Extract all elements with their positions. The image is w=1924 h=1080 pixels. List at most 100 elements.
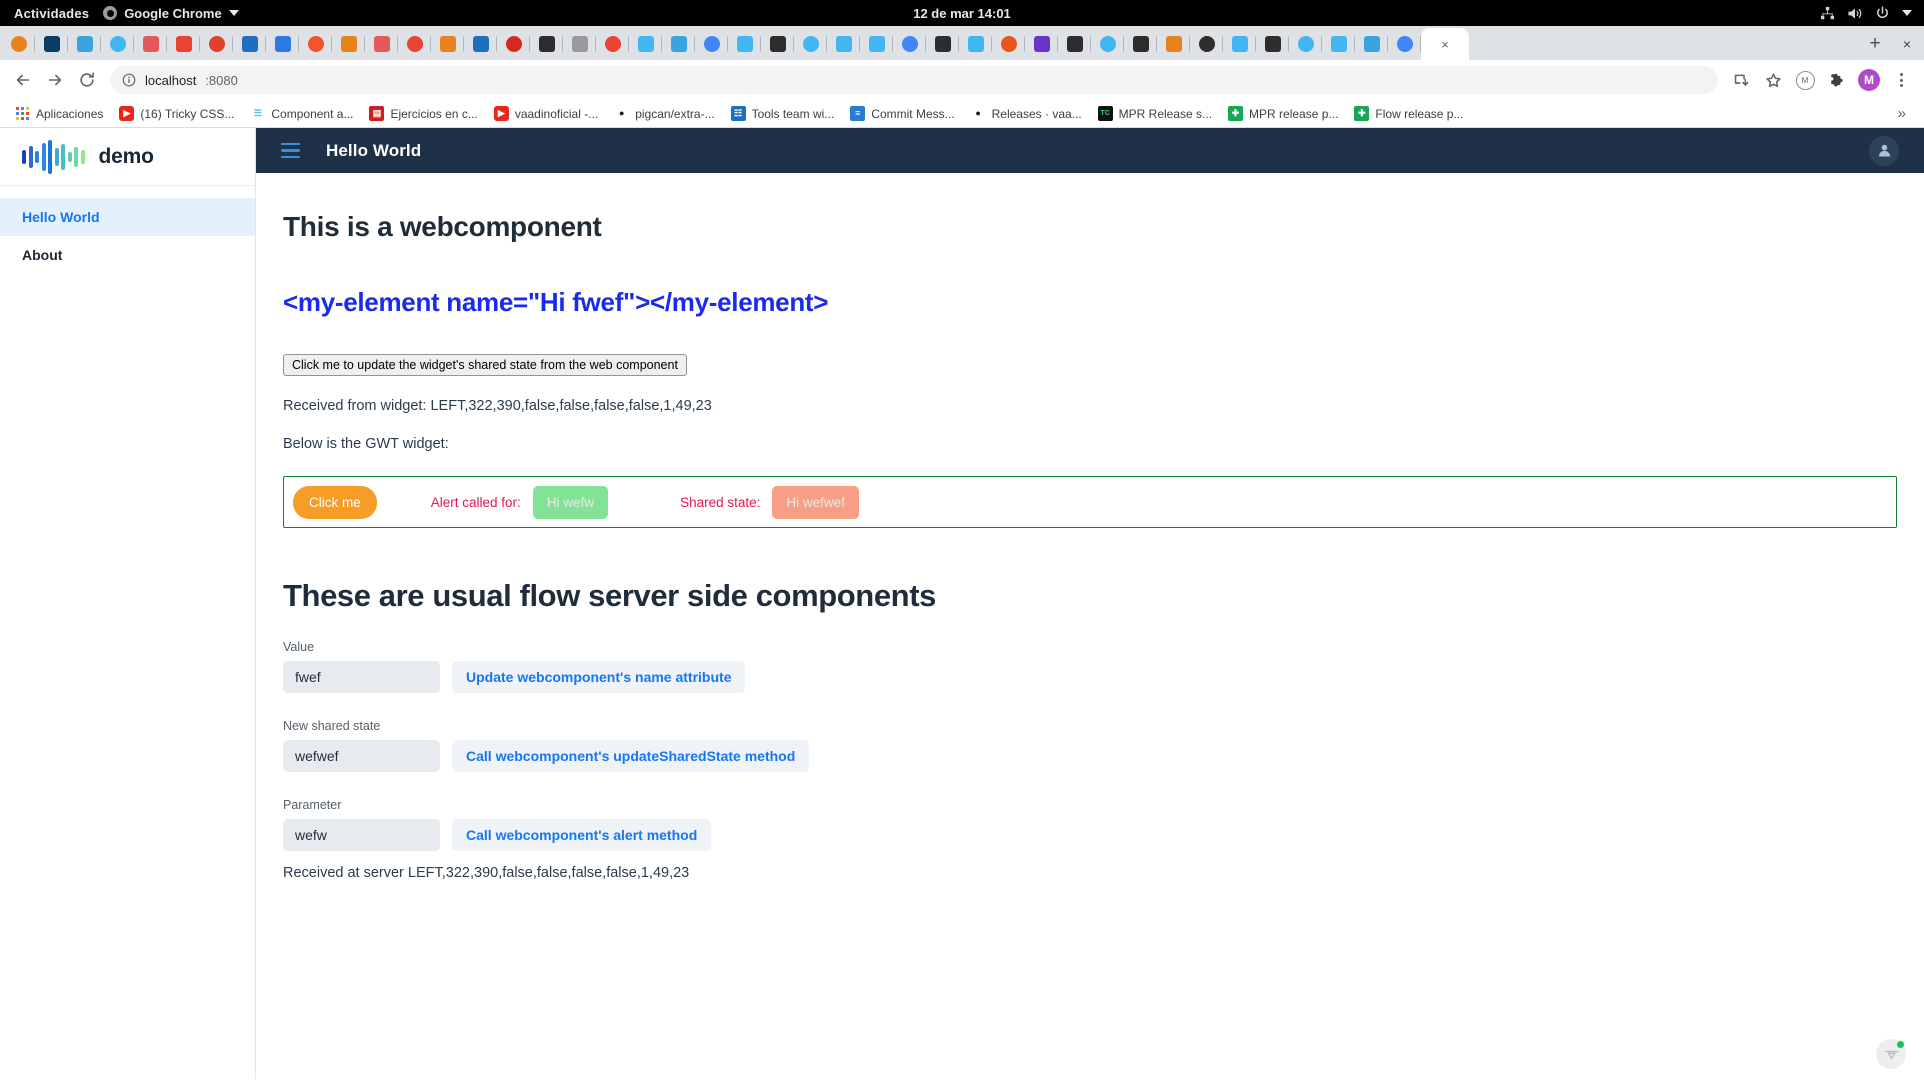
text-input[interactable]: [283, 819, 440, 851]
browser-tab[interactable]: [299, 28, 332, 60]
bookmark-item[interactable]: ▶ vaadinoficial -...: [487, 103, 605, 124]
hamburger-menu-icon[interactable]: [281, 142, 300, 159]
site-info-icon[interactable]: [122, 73, 136, 87]
vaadin-devtools-icon[interactable]: [1876, 1039, 1906, 1069]
browser-tab[interactable]: [68, 28, 101, 60]
browser-tab[interactable]: [1322, 28, 1355, 60]
browser-tab[interactable]: [893, 28, 926, 60]
install-app-icon[interactable]: [1726, 65, 1756, 95]
form-fields: Value Update webcomponent's name attribut…: [283, 640, 1924, 851]
three-dot-menu-icon[interactable]: [1886, 65, 1916, 95]
action-button[interactable]: Call webcomponent's updateSharedState me…: [452, 740, 810, 772]
bookmark-item[interactable]: ▶ (16) Tricky CSS...: [112, 103, 241, 124]
browser-tab[interactable]: [464, 28, 497, 60]
back-button[interactable]: [8, 65, 38, 95]
gwt-click-me-button[interactable]: Click me: [293, 485, 377, 519]
browser-tab[interactable]: [530, 28, 563, 60]
tab-favicon-icon: [703, 36, 720, 52]
browser-tab[interactable]: [662, 28, 695, 60]
browser-tab[interactable]: [563, 28, 596, 60]
browser-tab[interactable]: [728, 28, 761, 60]
browser-tab-active[interactable]: ×: [1421, 28, 1469, 60]
forward-button[interactable]: [40, 65, 70, 95]
browser-tab[interactable]: [2, 28, 35, 60]
system-tray[interactable]: [1820, 5, 1924, 21]
bookmark-item[interactable]: Aplicaciones: [8, 103, 110, 124]
browser-tab[interactable]: [398, 28, 431, 60]
browser-tab[interactable]: [35, 28, 68, 60]
new-tab-button[interactable]: +: [1860, 28, 1890, 60]
bookmarks-overflow-button[interactable]: »: [1888, 105, 1916, 122]
browser-tab[interactable]: [992, 28, 1025, 60]
bookmark-item[interactable]: ☰ Component a...: [243, 103, 360, 124]
browser-tab[interactable]: [1157, 28, 1190, 60]
browser-tab[interactable]: [794, 28, 827, 60]
browser-tab[interactable]: [959, 28, 992, 60]
bookmark-item[interactable]: ▤ Ejercicios en c...: [362, 103, 484, 124]
browser-tab[interactable]: [1256, 28, 1289, 60]
action-button[interactable]: Call webcomponent's alert method: [452, 819, 712, 851]
browser-tab[interactable]: [200, 28, 233, 60]
browser-tab[interactable]: [1058, 28, 1091, 60]
browser-tab[interactable]: [1223, 28, 1256, 60]
action-button[interactable]: Update webcomponent's name attribute: [452, 661, 746, 693]
browser-tab[interactable]: [1091, 28, 1124, 60]
browser-tab[interactable]: [596, 28, 629, 60]
tab-favicon-icon: [736, 36, 753, 52]
browser-tab-strip[interactable]: × + ×: [0, 26, 1924, 60]
bookmark-item[interactable]: ● Releases · vaa...: [964, 103, 1089, 124]
browser-tab[interactable]: [134, 28, 167, 60]
extensions-puzzle-icon[interactable]: [1822, 65, 1852, 95]
browser-tab[interactable]: [233, 28, 266, 60]
browser-tab[interactable]: [1355, 28, 1388, 60]
bookmark-item[interactable]: ● pigcan/extra-...: [607, 103, 721, 124]
address-bar[interactable]: localhost:8080: [110, 66, 1718, 94]
browser-tab[interactable]: [167, 28, 200, 60]
bookmark-item[interactable]: ≡ Commit Mess...: [843, 103, 961, 124]
tab-favicon-icon: [1297, 36, 1314, 52]
browser-tab[interactable]: [926, 28, 959, 60]
browser-tab[interactable]: [1289, 28, 1322, 60]
tab-favicon-icon: [1132, 36, 1149, 52]
reload-button[interactable]: [72, 65, 102, 95]
browser-tab[interactable]: [860, 28, 893, 60]
tab-favicon-icon: [1231, 36, 1248, 52]
sidebar-item-hello-world[interactable]: Hello World: [0, 198, 255, 236]
sidebar-item-about[interactable]: About: [0, 236, 255, 274]
browser-tab[interactable]: [1025, 28, 1058, 60]
browser-tab[interactable]: [431, 28, 464, 60]
clock[interactable]: 12 de mar 14:01: [913, 6, 1011, 21]
profile-avatar[interactable]: M: [1854, 65, 1884, 95]
activities-button[interactable]: Actividades: [0, 6, 103, 21]
browser-tab[interactable]: [497, 28, 530, 60]
app-menu-chrome[interactable]: Google Chrome: [103, 6, 239, 21]
browser-tab[interactable]: [695, 28, 728, 60]
bookmark-item[interactable]: ✚ Flow release p...: [1347, 103, 1470, 124]
text-input[interactable]: [283, 661, 440, 693]
browser-tab[interactable]: [1124, 28, 1157, 60]
browser-tab[interactable]: [266, 28, 299, 60]
browser-tab[interactable]: [629, 28, 662, 60]
tabs-container[interactable]: ×: [2, 26, 1860, 60]
extension-m-icon[interactable]: M: [1790, 65, 1820, 95]
browser-tab[interactable]: [761, 28, 794, 60]
bookmark-item[interactable]: ✚ MPR release p...: [1221, 103, 1345, 124]
tab-favicon-icon: [142, 36, 159, 52]
browser-tab[interactable]: [365, 28, 398, 60]
user-avatar-icon[interactable]: [1869, 135, 1899, 166]
browser-tab[interactable]: [827, 28, 860, 60]
tab-close-icon[interactable]: ×: [1441, 38, 1449, 51]
browser-tab[interactable]: [1388, 28, 1421, 60]
text-input[interactable]: [283, 740, 440, 772]
window-close-button[interactable]: ×: [1890, 28, 1924, 60]
bookmark-item[interactable]: TC MPR Release s...: [1091, 103, 1219, 124]
github-icon: ●: [975, 108, 981, 118]
browser-tab[interactable]: [1190, 28, 1223, 60]
browser-tab[interactable]: [101, 28, 134, 60]
update-shared-state-button[interactable]: Click me to update the widget's shared s…: [283, 354, 687, 376]
bookmark-item[interactable]: ☷ Tools team wi...: [724, 103, 842, 124]
browser-tab[interactable]: [332, 28, 365, 60]
browser-toolbar: localhost:8080 M M: [0, 60, 1924, 100]
bookmark-label: (16) Tricky CSS...: [140, 106, 235, 121]
bookmark-star-icon[interactable]: [1758, 65, 1788, 95]
